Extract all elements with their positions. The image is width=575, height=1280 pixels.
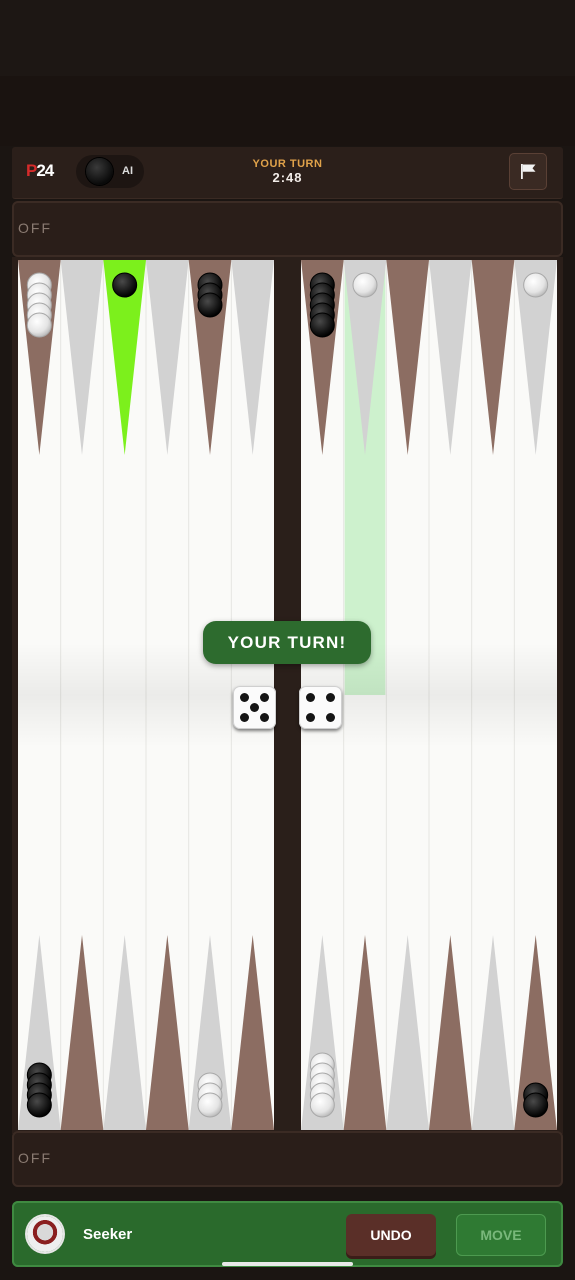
die-pip — [240, 712, 250, 722]
player-bar: Seeker UNDO MOVE — [12, 1201, 563, 1267]
board-canvas — [12, 257, 563, 1134]
white-checker — [523, 272, 549, 298]
undo-button[interactable]: UNDO — [346, 1214, 436, 1256]
die-pip — [240, 693, 250, 703]
die-pip — [250, 703, 259, 712]
player-name: Seeker — [83, 1226, 133, 1243]
die-pip — [259, 693, 269, 703]
white-checker — [309, 1092, 335, 1118]
black-checker — [112, 272, 138, 298]
your-turn-banner: YOUR TURN! — [203, 621, 371, 664]
flag-icon — [521, 164, 536, 179]
off-label: OFF — [18, 220, 52, 236]
turn-timer: 2:48 — [272, 170, 303, 185]
black-checker — [197, 292, 223, 318]
player-avatar — [27, 1216, 63, 1252]
game-header: P24 AI YOUR TURN 2:48 — [12, 147, 563, 199]
white-checker — [26, 312, 52, 338]
die-pip — [306, 712, 316, 722]
black-checker — [523, 1092, 549, 1118]
home-indicator — [222, 1262, 353, 1266]
die-pip — [325, 712, 335, 722]
black-checker — [26, 1092, 52, 1118]
die-pip — [325, 693, 335, 703]
top-band — [0, 76, 575, 146]
center-bar — [275, 257, 300, 1134]
white-checker — [352, 272, 378, 298]
resign-button[interactable] — [509, 153, 547, 190]
turn-label: YOUR TURN — [252, 158, 323, 170]
die-pip — [259, 712, 269, 722]
status-area — [0, 0, 575, 76]
move-button[interactable]: MOVE — [456, 1214, 546, 1256]
bottom-bear-off-tray[interactable]: OFF — [12, 1131, 563, 1187]
off-label: OFF — [18, 1150, 52, 1166]
top-bear-off-tray[interactable]: OFF — [12, 201, 563, 257]
backgammon-board — [12, 257, 563, 1134]
die-pip — [306, 693, 316, 703]
white-checker — [197, 1092, 223, 1118]
black-checker — [309, 312, 335, 338]
die-left[interactable] — [233, 686, 276, 729]
die-right[interactable] — [299, 686, 342, 729]
